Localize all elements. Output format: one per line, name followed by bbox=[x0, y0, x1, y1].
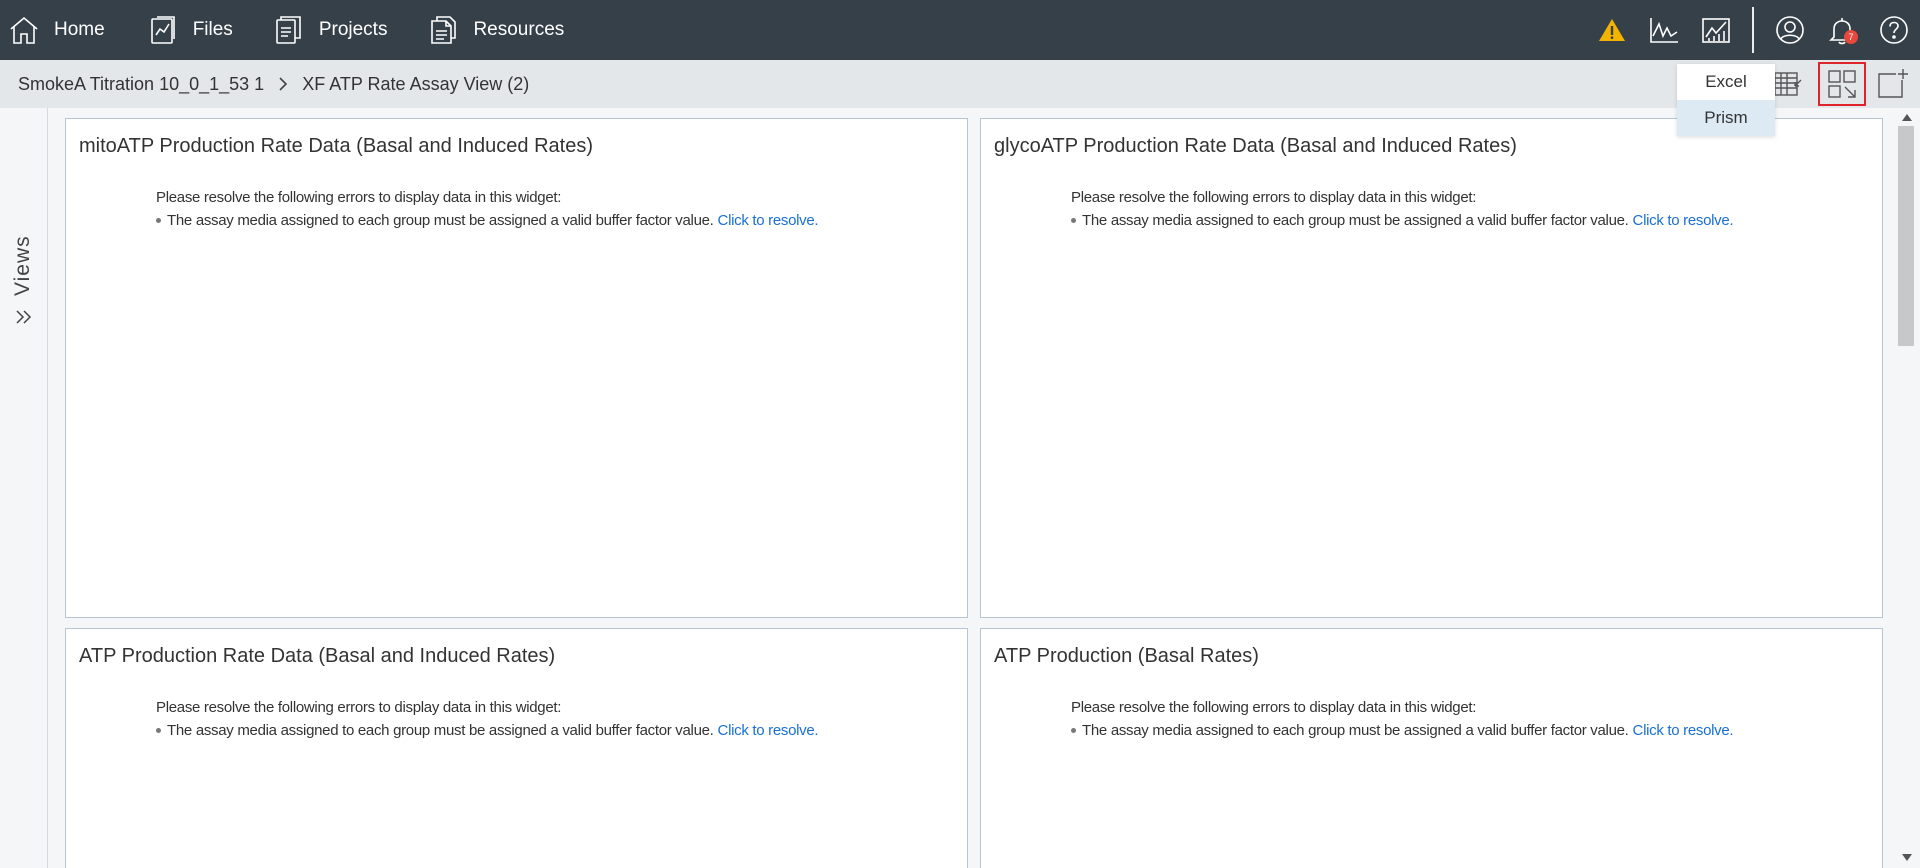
nav-resources[interactable]: Resources bbox=[415, 0, 576, 60]
help-icon bbox=[1880, 16, 1908, 44]
click-to-resolve-link[interactable]: Click to resolve. bbox=[1633, 722, 1734, 739]
widget-atp-production-basal: ATP Production (Basal Rates) Please reso… bbox=[980, 628, 1883, 868]
resources-icon bbox=[431, 16, 457, 44]
nav-files-label: Files bbox=[192, 19, 233, 40]
error-text: The assay media assigned to each group m… bbox=[1082, 722, 1629, 739]
views-panel-toggle[interactable]: Views bbox=[0, 108, 48, 868]
widget-error-message: Please resolve the following errors to d… bbox=[1071, 699, 1734, 739]
scroll-thumb[interactable] bbox=[1898, 126, 1914, 346]
error-item: The assay media assigned to each group m… bbox=[1071, 212, 1734, 229]
nav-home-label: Home bbox=[54, 19, 105, 40]
chart-check-icon bbox=[1702, 18, 1730, 43]
widget-atp-production-rate: ATP Production Rate Data (Basal and Indu… bbox=[65, 628, 968, 868]
nav-files[interactable]: Files bbox=[135, 0, 245, 60]
bullet-icon bbox=[1071, 728, 1076, 733]
click-to-resolve-link[interactable]: Click to resolve. bbox=[1633, 212, 1734, 229]
export-excel-option[interactable]: Excel bbox=[1677, 64, 1775, 100]
widget-title: ATP Production (Basal Rates) bbox=[994, 645, 1259, 667]
analysis-button[interactable] bbox=[1638, 0, 1690, 60]
add-widget-icon bbox=[1878, 69, 1908, 98]
waveform-chart-icon bbox=[1650, 18, 1678, 43]
double-chevron-right-icon bbox=[16, 310, 32, 324]
export-dropdown-menu: Excel Prism bbox=[1677, 64, 1775, 136]
scroll-down-arrow-icon[interactable] bbox=[1902, 854, 1912, 861]
vertical-scrollbar[interactable] bbox=[1894, 108, 1920, 868]
error-text: The assay media assigned to each group m… bbox=[167, 212, 714, 229]
view-tools bbox=[1762, 60, 1920, 108]
widget-mito-atp: mitoATP Production Rate Data (Basal and … bbox=[65, 118, 968, 618]
notification-count-badge: 7 bbox=[1844, 30, 1858, 44]
projects-icon bbox=[276, 16, 301, 44]
nav-projects-label: Projects bbox=[318, 19, 388, 40]
bullet-icon bbox=[156, 218, 161, 223]
nav-projects[interactable]: Projects bbox=[261, 0, 400, 60]
export-widgets-button[interactable] bbox=[1818, 62, 1866, 106]
error-heading: Please resolve the following errors to d… bbox=[156, 189, 562, 206]
widget-error-message: Please resolve the following errors to d… bbox=[1071, 189, 1734, 229]
warning-button[interactable] bbox=[1586, 0, 1638, 60]
grid-export-icon bbox=[1828, 70, 1856, 98]
nav-separator bbox=[1752, 7, 1754, 53]
chart-check-button[interactable] bbox=[1690, 0, 1742, 60]
nav-resources-label: Resources bbox=[473, 19, 565, 40]
widget-title: glycoATP Production Rate Data (Basal and… bbox=[994, 135, 1517, 157]
widget-glyco-atp: glycoATP Production Rate Data (Basal and… bbox=[980, 118, 1883, 618]
table-export-icon bbox=[1774, 72, 1802, 96]
files-icon bbox=[150, 16, 175, 44]
breadcrumb-chevron-icon bbox=[278, 76, 288, 92]
error-item: The assay media assigned to each group m… bbox=[156, 722, 819, 739]
error-text: The assay media assigned to each group m… bbox=[1082, 212, 1629, 229]
scroll-up-arrow-icon[interactable] bbox=[1902, 114, 1912, 121]
bullet-icon bbox=[1071, 218, 1076, 223]
export-prism-option[interactable]: Prism bbox=[1677, 100, 1775, 136]
warning-icon bbox=[1599, 19, 1625, 41]
click-to-resolve-link[interactable]: Click to resolve. bbox=[718, 212, 819, 229]
error-item: The assay media assigned to each group m… bbox=[156, 212, 819, 229]
widget-error-message: Please resolve the following errors to d… bbox=[156, 189, 819, 229]
widget-grid: mitoATP Production Rate Data (Basal and … bbox=[48, 108, 1884, 868]
breadcrumb-item-view: XF ATP Rate Assay View (2) bbox=[302, 73, 530, 94]
help-button[interactable] bbox=[1868, 0, 1920, 60]
click-to-resolve-link[interactable]: Click to resolve. bbox=[718, 722, 819, 739]
user-account-button[interactable] bbox=[1764, 0, 1816, 60]
top-right-tools: 7 bbox=[1586, 0, 1920, 60]
error-heading: Please resolve the following errors to d… bbox=[156, 699, 562, 716]
views-label: Views bbox=[11, 235, 34, 296]
widget-error-message: Please resolve the following errors to d… bbox=[156, 699, 819, 739]
widget-title: ATP Production Rate Data (Basal and Indu… bbox=[79, 645, 556, 667]
breadcrumb-item-file[interactable]: SmokeA Titration 10_0_1_53 1 bbox=[18, 74, 264, 95]
top-nav-bar: Home Files Projects Resources 7 bbox=[0, 0, 1920, 60]
user-icon bbox=[1776, 16, 1804, 44]
notifications-button[interactable]: 7 bbox=[1816, 0, 1868, 60]
bullet-icon bbox=[156, 728, 161, 733]
error-item: The assay media assigned to each group m… bbox=[1071, 722, 1734, 739]
add-widget-button[interactable] bbox=[1868, 62, 1916, 106]
widget-title: mitoATP Production Rate Data (Basal and … bbox=[79, 135, 593, 157]
error-text: The assay media assigned to each group m… bbox=[167, 722, 714, 739]
home-icon bbox=[10, 16, 38, 44]
error-heading: Please resolve the following errors to d… bbox=[1071, 699, 1477, 716]
breadcrumb-bar: SmokeA Titration 10_0_1_53 1 XF ATP Rate… bbox=[0, 60, 1920, 108]
error-heading: Please resolve the following errors to d… bbox=[1071, 189, 1477, 206]
nav-home[interactable]: Home bbox=[0, 0, 117, 60]
